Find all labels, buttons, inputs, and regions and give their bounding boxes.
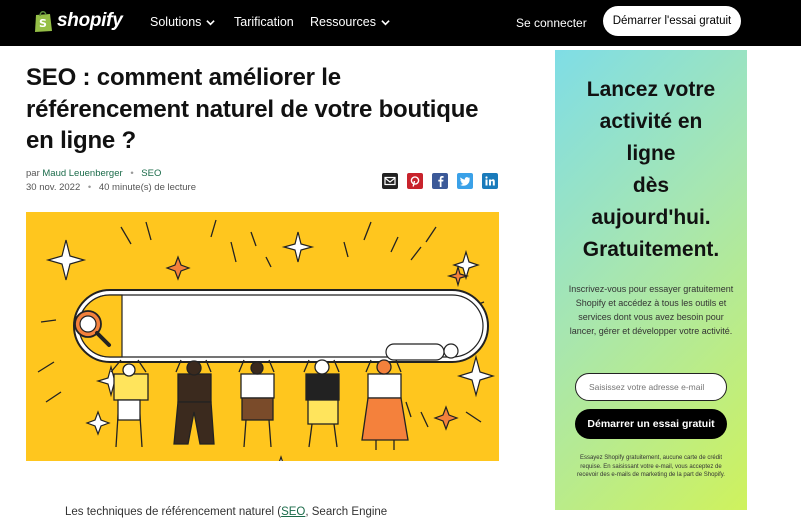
- headline-line: dès: [632, 174, 670, 197]
- seo-link[interactable]: SEO: [281, 506, 305, 518]
- nav-ressources[interactable]: Ressources: [310, 15, 390, 29]
- separator-dot: •: [130, 168, 134, 179]
- top-navigation: S shopify Solutions Tarification Ressour…: [0, 0, 801, 46]
- linkedin-icon: [485, 176, 495, 186]
- headline-line: Lancez votre: [586, 78, 716, 101]
- svg-text:S: S: [39, 17, 47, 30]
- email-share-button[interactable]: [382, 173, 398, 189]
- logo-text: shopify: [57, 10, 123, 31]
- sidebar-headline: Lancez votre activité en ligne dès aujou…: [555, 74, 747, 266]
- shopping-bag-icon: S: [35, 11, 52, 32]
- sidebar-description: Inscrivez-vous pour essayer gratuitement…: [568, 284, 734, 336]
- twitter-icon: [460, 177, 470, 186]
- article-meta: 30 nov. 2022 • 40 minute(s) de lecture: [26, 182, 196, 193]
- signup-sidebar: Lancez votre activité en ligne dès aujou…: [555, 50, 747, 510]
- category-link[interactable]: SEO: [141, 168, 161, 179]
- sidebar-fine-print: Essayez Shopify gratuitement, aucune car…: [577, 455, 725, 478]
- author-link[interactable]: Maud Leuenberger: [42, 168, 122, 179]
- nav-tarification-label: Tarification: [234, 15, 294, 29]
- sidebar-start-trial-button[interactable]: Démarrer un essai gratuit: [575, 409, 727, 439]
- hero-illustration: [26, 212, 499, 461]
- pinterest-share-button[interactable]: [407, 173, 423, 189]
- twitter-share-button[interactable]: [457, 173, 473, 189]
- chevron-down-icon: [206, 19, 216, 25]
- chevron-down-icon: [381, 19, 390, 25]
- byline-prefix: par: [26, 168, 40, 179]
- separator-dot: •: [87, 182, 92, 193]
- pinterest-icon: [410, 176, 420, 187]
- linkedin-share-button[interactable]: [482, 173, 498, 189]
- body-text-end: , Search Engine: [305, 506, 388, 518]
- search-bar-illustration: [37, 219, 496, 461]
- facebook-icon: [438, 176, 444, 187]
- email-icon: [384, 176, 396, 186]
- headline-line: ligne: [626, 142, 676, 165]
- article-byline: par Maud Leuenberger • SEO: [26, 168, 161, 179]
- article-title: SEO : comment améliorer le référencement…: [26, 64, 479, 154]
- nav-ressources-label: Ressources: [310, 15, 376, 29]
- nav-solutions-label: Solutions: [150, 15, 202, 29]
- nav-solutions[interactable]: Solutions: [150, 15, 216, 29]
- headline-line: aujourd'hui.: [591, 206, 711, 229]
- publish-date: 30 nov. 2022: [26, 182, 81, 193]
- shopify-logo[interactable]: S shopify: [33, 9, 123, 33]
- headline-line: Gratuitement.: [582, 238, 720, 261]
- email-input[interactable]: [575, 373, 727, 401]
- read-time: 40 minute(s) de lecture: [98, 182, 197, 193]
- nav-tarification[interactable]: Tarification: [234, 15, 294, 29]
- login-link[interactable]: Se connecter: [516, 16, 587, 30]
- start-trial-button[interactable]: Démarrer l'essai gratuit: [603, 6, 741, 36]
- article-body: Les techniques de référencement naturel …: [65, 503, 465, 522]
- facebook-share-button[interactable]: [432, 173, 448, 189]
- body-text-start: Les techniques de référencement naturel …: [65, 506, 282, 518]
- headline-line: activité en: [599, 110, 703, 133]
